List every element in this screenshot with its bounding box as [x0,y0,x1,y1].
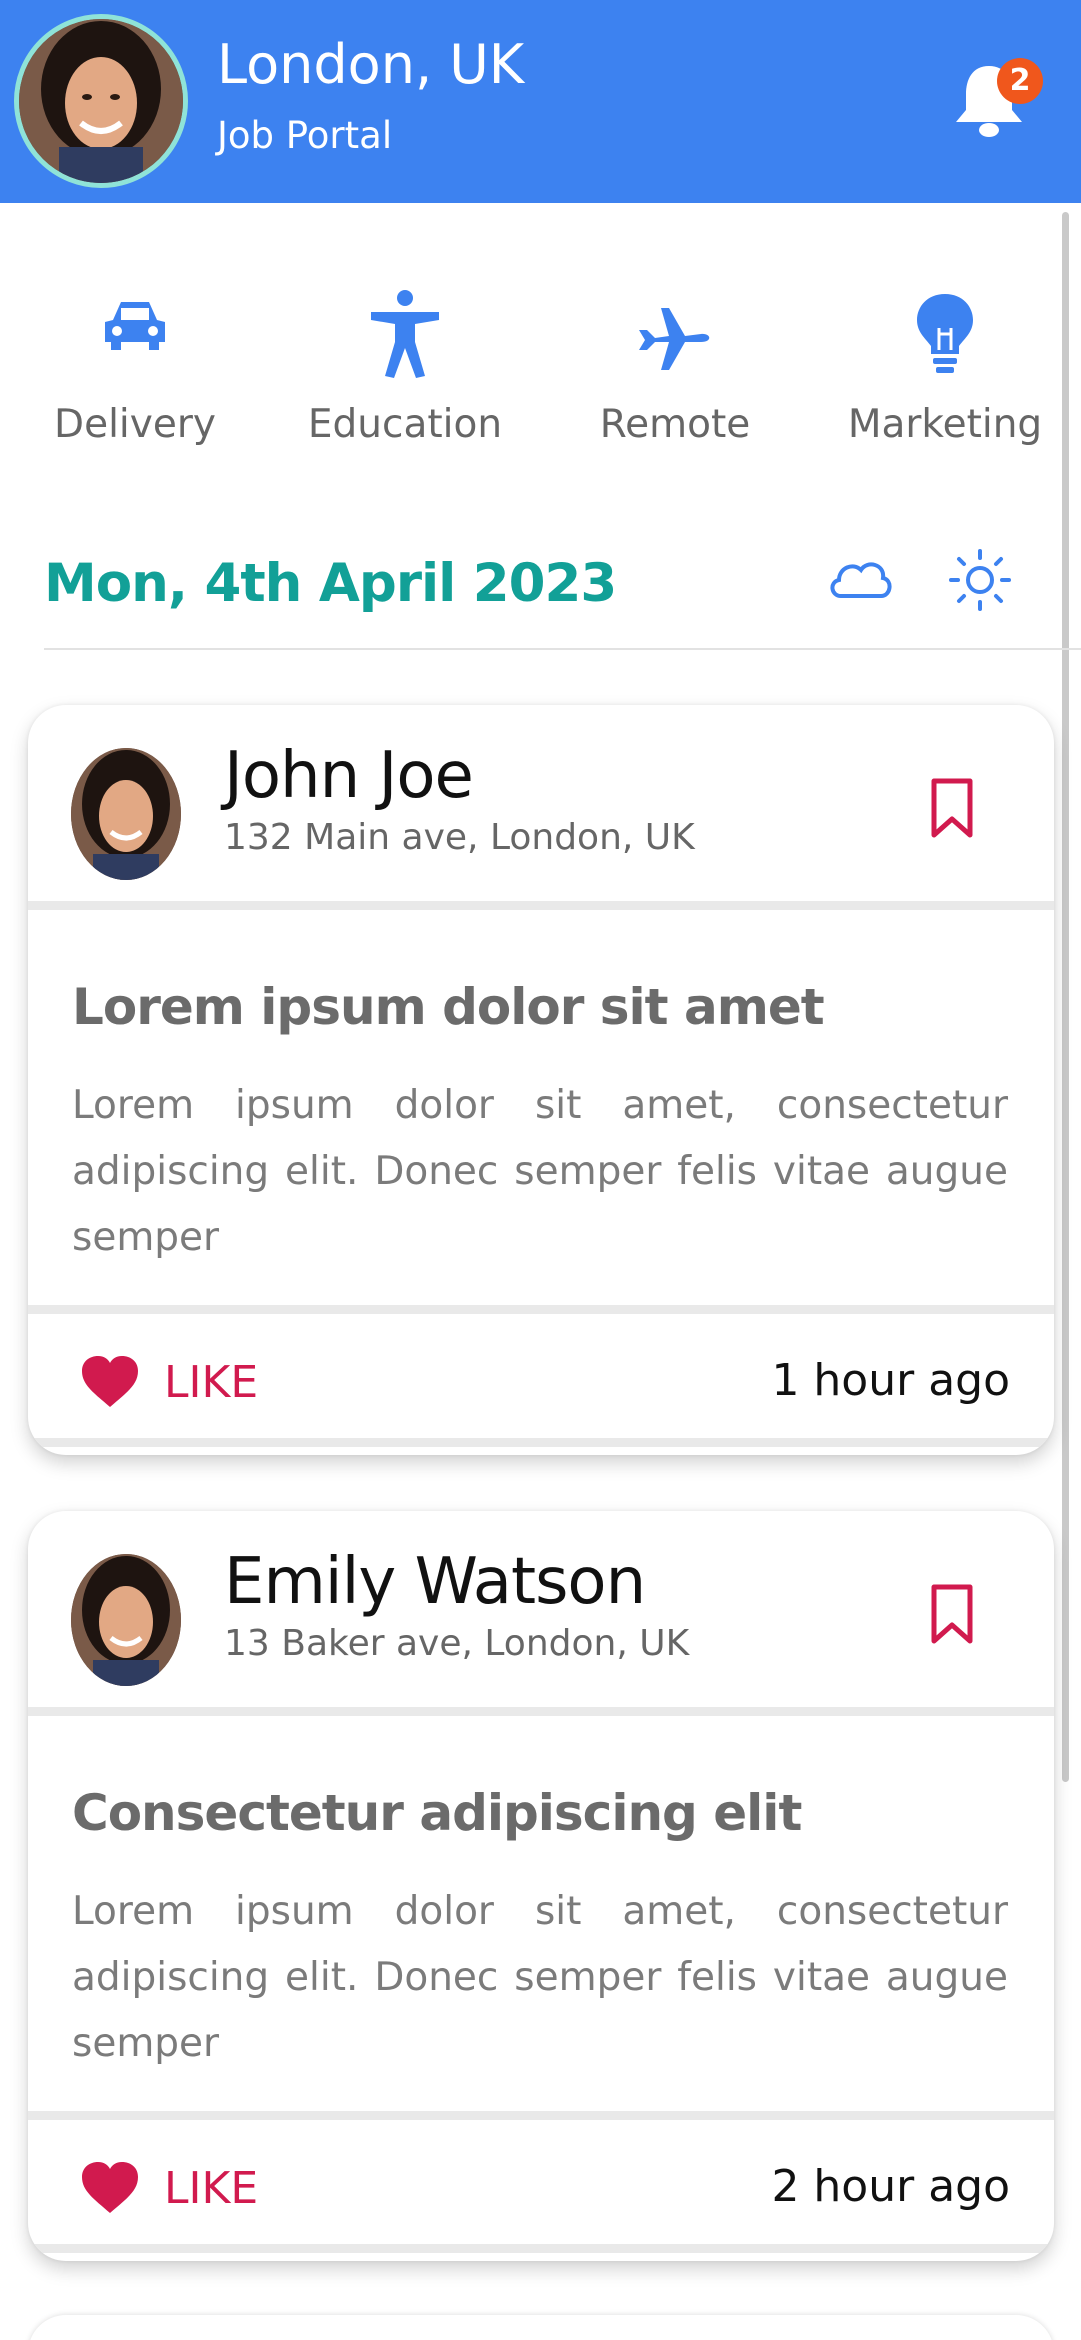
category-remote[interactable]: Remote [555,290,795,447]
profile-avatar[interactable] [14,14,188,188]
cloud-icon[interactable] [825,548,895,608]
bookmark-icon[interactable] [928,777,976,839]
notification-badge: 2 [997,58,1043,104]
category-delivery[interactable]: Delivery [15,290,255,447]
car-icon [105,302,165,350]
location-title: London, UK [217,33,525,96]
post-body: Lorem ipsum dolor sit amet, consectetur … [72,1083,1008,1260]
post-time: 2 hour ago [771,2161,1010,2212]
sun-icon[interactable] [948,548,1012,612]
poster-name: John Joe [224,739,474,813]
post-time: 1 hour ago [771,1355,1010,1406]
bookmark-icon[interactable] [928,1583,976,1645]
accessibility-person-icon [371,290,439,378]
lightbulb-icon [917,294,973,373]
heart-icon[interactable] [80,1355,140,1409]
airplane-icon [639,308,710,370]
poster-address: 132 Main ave, London, UK [224,817,695,858]
post-card[interactable]: John Joe 132 Main ave, London, UK Lorem … [28,705,1054,1455]
post-title: Lorem ipsum dolor sit amet [72,978,825,1036]
category-label: Delivery [54,402,216,447]
like-button[interactable]: LIKE [164,2163,258,2214]
category-marketing[interactable]: Marketing [825,290,1065,447]
category-label: Education [307,402,503,447]
category-label: Remote [599,402,751,447]
poster-address: 13 Baker ave, London, UK [224,1623,690,1664]
like-button[interactable]: LIKE [164,1357,258,1408]
divider [44,648,1081,650]
divider [28,2244,1054,2253]
post-title: Consectetur adipiscing elit [72,1784,802,1842]
post-card[interactable]: Emily Watson 13 Baker ave, London, UK Co… [28,1511,1054,2261]
app-subtitle: Job Portal [217,114,393,157]
avatar[interactable] [71,748,181,880]
category-education[interactable]: Education [285,290,525,447]
date-heading: Mon, 4th April 2023 [44,553,617,614]
divider [28,901,1054,910]
avatar[interactable] [71,1554,181,1686]
post-body: Lorem ipsum dolor sit amet, consectetur … [72,1889,1008,2066]
divider [28,1305,1054,1314]
divider [28,1438,1054,1447]
app-header: London, UK Job Portal 2 [0,0,1081,203]
post-card[interactable] [28,2315,1054,2340]
heart-icon[interactable] [80,2161,140,2215]
category-label: Marketing [847,402,1043,447]
divider [28,2111,1054,2120]
divider [28,1707,1054,1716]
scrollbar[interactable] [1062,212,1069,1782]
poster-name: Emily Watson [224,1545,646,1619]
